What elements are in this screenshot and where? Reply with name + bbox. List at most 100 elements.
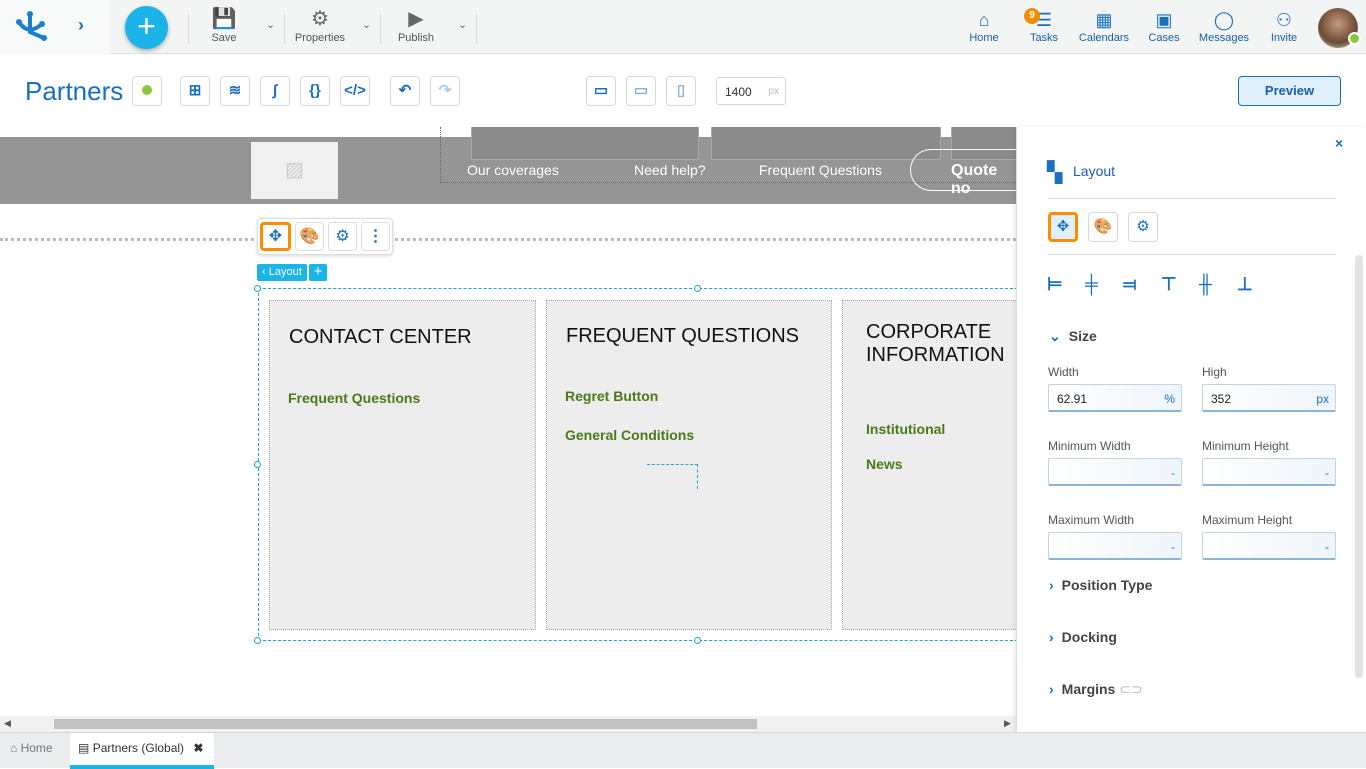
- layers-icon[interactable]: ≋: [220, 76, 250, 106]
- advanced-tab-gear-icon[interactable]: ⚙: [1128, 212, 1158, 242]
- section-divider: [0, 238, 1016, 241]
- briefcase-icon: ▣: [1155, 10, 1173, 30]
- tablet-view-icon[interactable]: ▭: [626, 76, 656, 106]
- nav-messages[interactable]: ◯ Messages: [1198, 8, 1250, 44]
- min-height-input[interactable]: -: [1202, 458, 1336, 486]
- canvas-width-input[interactable]: 1400 px: [716, 77, 786, 105]
- layout-tab-icon[interactable]: ✥: [1048, 212, 1078, 242]
- nav-home[interactable]: ⌂ Home: [964, 8, 1004, 44]
- layout-breadcrumb-tag[interactable]: ‹ Layout: [257, 264, 307, 281]
- align-right-icon[interactable]: ⫤: [1123, 274, 1137, 295]
- design-canvas[interactable]: ▨ Our coverages Need help? Frequent Ques…: [0, 127, 1016, 716]
- gear-sparkle-icon[interactable]: ⚙: [328, 222, 357, 251]
- properties-button[interactable]: ⚙ Properties: [292, 6, 348, 44]
- invite-user-icon: ⚇: [1275, 10, 1293, 30]
- tab-home[interactable]: ⌂ Home: [10, 741, 53, 755]
- palette-icon[interactable]: 🎨: [295, 222, 324, 251]
- link-icon[interactable]: ⊂⊃: [1119, 681, 1142, 697]
- flow-icon[interactable]: ∫: [260, 76, 290, 106]
- logo-area: ›: [0, 0, 110, 54]
- braces-icon[interactable]: {}: [300, 76, 330, 106]
- page-title: Partners: [25, 76, 124, 106]
- width-input[interactable]: 62.91%: [1048, 384, 1182, 412]
- nav-calendars[interactable]: ▦ Calendars: [1078, 8, 1130, 44]
- publish-button[interactable]: ▶ Publish: [396, 6, 436, 44]
- nav-cases[interactable]: ▣ Cases: [1146, 8, 1182, 44]
- save-button[interactable]: 💾 Save: [204, 6, 244, 44]
- quote-button[interactable]: Quote no: [910, 149, 1016, 197]
- components-icon[interactable]: ⊞: [180, 76, 210, 106]
- desktop-view-icon[interactable]: ▭: [586, 76, 616, 106]
- home-icon: ⌂: [978, 10, 990, 30]
- menu-slot: [471, 127, 699, 160]
- panel-title: Layout: [1073, 163, 1116, 179]
- align-center-icon[interactable]: ╪: [1085, 274, 1098, 295]
- chat-icon: ◯: [1213, 10, 1235, 30]
- properties-dropdown-icon[interactable]: ⌄: [362, 18, 371, 31]
- card-link[interactable]: News: [866, 456, 903, 472]
- save-icon: 💾: [211, 8, 237, 30]
- card-frequent-questions[interactable]: FREQUENT QUESTIONS Regret Button General…: [546, 300, 832, 630]
- panel-scrollbar[interactable]: [1355, 255, 1363, 678]
- position-type-section-toggle[interactable]: › Position Type: [1049, 577, 1152, 593]
- nav-invite[interactable]: ⚇ Invite: [1268, 8, 1300, 44]
- tab-partners-global[interactable]: ▤ Partners (Global) ✖: [70, 733, 214, 769]
- element-toolbar: ✥ 🎨 ⚙ ⋮: [257, 218, 393, 255]
- document-tabs: ⌂ Home ▤ Partners (Global) ✖: [0, 732, 1366, 769]
- status-button[interactable]: [132, 76, 162, 106]
- menu-item[interactable]: Our coverages: [467, 162, 559, 178]
- card-corporate-information[interactable]: CORPORATE INFORMATION Institutional News: [842, 300, 1016, 630]
- undo-icon[interactable]: ↶: [390, 76, 420, 106]
- menu-item[interactable]: Need help?: [634, 162, 706, 178]
- redo-icon[interactable]: ↷: [430, 76, 460, 106]
- card-link[interactable]: General Conditions: [565, 427, 694, 443]
- save-dropdown-icon[interactable]: ⌄: [266, 18, 275, 31]
- align-middle-icon[interactable]: ╫: [1199, 274, 1212, 295]
- mobile-view-icon[interactable]: ▯: [666, 76, 696, 106]
- size-section-toggle[interactable]: ⌄ Size: [1049, 328, 1097, 345]
- horizontal-scrollbar[interactable]: ◀ ▶: [0, 716, 1016, 732]
- close-icon[interactable]: ×: [1335, 135, 1343, 151]
- add-button[interactable]: +: [125, 6, 168, 49]
- card-contact-center[interactable]: CONTACT CENTER Frequent Questions: [269, 300, 536, 630]
- image-placeholder-icon[interactable]: ▨: [251, 142, 338, 199]
- publish-dropdown-icon[interactable]: ⌄: [458, 18, 467, 31]
- docking-section-toggle[interactable]: › Docking: [1049, 629, 1117, 645]
- gear-icon: ⚙: [311, 8, 329, 30]
- height-input[interactable]: 352 px: [1202, 384, 1336, 412]
- layout-move-icon[interactable]: ✥: [260, 222, 291, 251]
- align-top-icon[interactable]: ⊤: [1161, 274, 1177, 295]
- style-tab-palette-icon[interactable]: 🎨: [1088, 212, 1118, 242]
- menu-slot: [711, 127, 941, 160]
- preview-button[interactable]: Preview: [1238, 76, 1341, 106]
- home-icon: ⌂: [10, 741, 18, 755]
- expand-chevron-icon[interactable]: ›: [78, 15, 84, 36]
- scrollbar-thumb[interactable]: [54, 719, 757, 729]
- tasks-badge: 9: [1024, 8, 1040, 24]
- add-element-icon[interactable]: +: [309, 264, 327, 281]
- layout-grid-icon: ▚: [1047, 162, 1063, 184]
- card-link[interactable]: Institutional: [866, 421, 945, 437]
- play-icon: ▶: [408, 8, 424, 30]
- page-icon: ▤: [78, 741, 90, 755]
- margins-section-toggle[interactable]: › Margins ⊂⊃: [1049, 681, 1143, 698]
- properties-panel: × ▚ Layout ✥ 🎨 ⚙ ⊨ ╪ ⫤ ⊤ ╫ ⊥ ⌄ Size Width…: [1016, 127, 1366, 732]
- close-tab-icon[interactable]: ✖: [193, 741, 203, 755]
- max-height-input[interactable]: -: [1202, 532, 1336, 560]
- online-status-dot: [1348, 32, 1361, 45]
- align-left-icon[interactable]: ⊨: [1047, 274, 1063, 295]
- code-icon[interactable]: </>: [340, 76, 370, 106]
- min-width-input[interactable]: -: [1048, 458, 1182, 486]
- nav-tasks[interactable]: ☰ Tasks 9: [1024, 8, 1064, 44]
- drop-guide: [647, 464, 698, 489]
- card-link[interactable]: Regret Button: [565, 388, 658, 404]
- menu-item[interactable]: Frequent Questions: [759, 162, 882, 178]
- card-link[interactable]: Frequent Questions: [288, 390, 420, 406]
- calendar-icon: ▦: [1095, 10, 1113, 30]
- more-vertical-icon[interactable]: ⋮: [361, 222, 390, 251]
- status-dot: [142, 85, 152, 95]
- top-bar: › + 💾 Save ⌄ ⚙ Properties ⌄ ▶ Publish ⌄ ⌂ Ho…: [0, 0, 1366, 54]
- max-width-input[interactable]: -: [1048, 532, 1182, 560]
- align-bottom-icon[interactable]: ⊥: [1237, 274, 1253, 295]
- logo-icon: [16, 11, 47, 41]
